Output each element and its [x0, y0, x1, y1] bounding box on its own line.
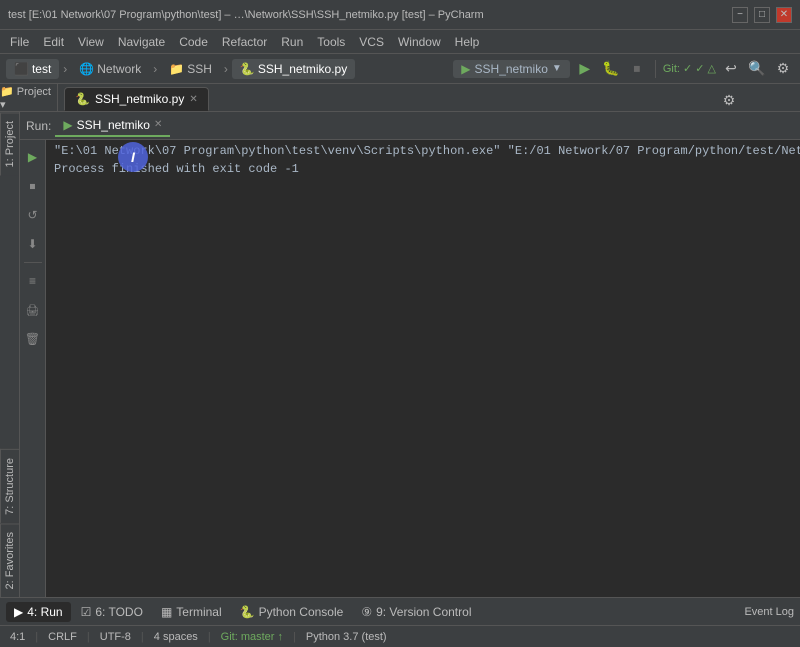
- vertical-tabs-container: 1: Project 7: Structure 2: Favorites: [0, 112, 20, 597]
- title-bar: test [E:\01 Network\07 Program\python\te…: [0, 0, 800, 30]
- status-git-value: Git: master ↑: [221, 631, 283, 643]
- run-config-name[interactable]: ▶ SSH_netmiko ▼: [453, 60, 570, 78]
- title-controls: − □ ✕: [732, 7, 792, 23]
- bottom-tab-terminal-label: Terminal: [176, 605, 221, 619]
- stop-button[interactable]: ⏹: [626, 58, 648, 80]
- run-config-area: ▶ SSH_netmiko ▼ ▶ 🐛 ⏹ Git: ✓ ✓ △ ↩ 🔍 ⚙: [453, 58, 794, 80]
- vtab-project[interactable]: 1: Project: [0, 112, 19, 175]
- run-content-area: ▶ ⏹ ↺ ⬇ ≡ 🖨 🗑 "E:\01 Network\07 Program\…: [20, 140, 800, 597]
- menu-vcs[interactable]: VCS: [353, 33, 390, 51]
- status-charset[interactable]: UTF-8: [96, 631, 135, 643]
- minimize-button[interactable]: −: [732, 7, 748, 23]
- nav-bar: ⬛ test › 🌐 Network › 📁 SSH › 🐍 SSH_netmi…: [0, 54, 800, 84]
- run-output-line2: Process finished with exit code -1: [54, 162, 299, 176]
- status-position-value: 4:1: [10, 631, 25, 643]
- debug-button[interactable]: 🐛: [600, 58, 622, 80]
- search-everywhere-button[interactable]: 🔍: [746, 58, 768, 80]
- clear-button[interactable]: 🗑: [20, 326, 46, 352]
- nav-label-ssh: SSH: [187, 62, 212, 76]
- run-panel-side-controls: ▶ ⏹ ↺ ⬇ ≡ 🖨 🗑: [20, 140, 46, 597]
- bottom-tab-python-console-label: Python Console: [259, 605, 344, 619]
- run-panel-title: Run:: [26, 119, 51, 133]
- vtab-structure[interactable]: 7: Structure: [0, 449, 19, 523]
- close-tab-icon[interactable]: ✕: [189, 94, 197, 105]
- bottom-tab-run-label: 4: Run: [27, 605, 62, 619]
- status-charset-value: UTF-8: [100, 631, 131, 643]
- project-panel-toggle[interactable]: 📁 Project ▾: [0, 85, 57, 111]
- status-position[interactable]: 4:1: [6, 631, 29, 643]
- bottom-tabs-bar: ▶ 4: Run ☑ 6: TODO ▦ Terminal 🐍 Python C…: [0, 597, 800, 625]
- run-config-label: SSH_netmiko: [475, 62, 548, 76]
- menu-file[interactable]: File: [4, 33, 35, 51]
- bottom-tab-python-console[interactable]: 🐍 Python Console: [232, 602, 352, 622]
- bottom-tab-todo-label: 6: TODO: [95, 605, 143, 619]
- nav-tab-ssh-netmiko[interactable]: 🐍 SSH_netmiko.py: [232, 59, 355, 79]
- bottom-tab-todo[interactable]: ☑ 6: TODO: [73, 602, 151, 622]
- bottom-tab-run[interactable]: ▶ 4: Run: [6, 602, 71, 622]
- soft-wrap-button[interactable]: ≡: [20, 268, 46, 294]
- status-line-endings[interactable]: CRLF: [44, 631, 81, 643]
- menu-refactor[interactable]: Refactor: [216, 33, 273, 51]
- editor-tab-label: SSH_netmiko.py: [95, 92, 184, 106]
- menu-code[interactable]: Code: [173, 33, 214, 51]
- status-indent-value: 4 spaces: [154, 631, 198, 643]
- separator-1: [655, 60, 656, 78]
- menu-tools[interactable]: Tools: [311, 33, 351, 51]
- run-tab-close[interactable]: ✕: [154, 119, 162, 130]
- menu-run[interactable]: Run: [275, 33, 309, 51]
- editor-tab-ssh-netmiko[interactable]: 🐍 SSH_netmiko.py ✕: [64, 87, 209, 111]
- nav-label-network: Network: [97, 62, 141, 76]
- nav-label-ssh-netmiko: SSH_netmiko.py: [258, 62, 347, 76]
- print-button[interactable]: 🖨: [20, 297, 46, 323]
- menu-view[interactable]: View: [72, 33, 110, 51]
- status-python[interactable]: Python 3.7 (test): [302, 631, 391, 643]
- status-crlf-value: CRLF: [48, 631, 77, 643]
- stop-run-button[interactable]: ⏹: [20, 173, 46, 199]
- nav-tab-network[interactable]: 🌐 Network: [71, 59, 149, 79]
- nav-tab-ssh[interactable]: 📁 SSH: [161, 59, 220, 79]
- close-button[interactable]: ✕: [776, 7, 792, 23]
- event-log-label[interactable]: Event Log: [744, 606, 794, 618]
- title-text: test [E:\01 Network\07 Program\python\te…: [8, 9, 484, 21]
- menu-edit[interactable]: Edit: [37, 33, 70, 51]
- status-python-value: Python 3.7 (test): [306, 631, 387, 643]
- run-button[interactable]: ▶: [574, 58, 596, 80]
- git-status: Git: ✓ ✓ △: [663, 62, 716, 75]
- rerun-button[interactable]: ↺: [20, 202, 46, 228]
- bottom-tab-terminal[interactable]: ▦ Terminal: [153, 602, 230, 622]
- maximize-button[interactable]: □: [754, 7, 770, 23]
- run-tab-ssh-netmiko[interactable]: ▶ SSH_netmiko ✕: [55, 115, 170, 137]
- status-git[interactable]: Git: master ↑: [217, 631, 287, 643]
- menu-navigate[interactable]: Navigate: [112, 33, 171, 51]
- run-output: "E:\01 Network\07 Program\python\test\ve…: [46, 140, 800, 597]
- status-bar: 4:1 | CRLF | UTF-8 | 4 spaces | Git: mas…: [0, 625, 800, 647]
- run-output-line1: "E:\01 Network\07 Program\python\test\ve…: [54, 144, 800, 158]
- run-panel: Run: ▶ SSH_netmiko ✕ ⚙ ▶ ⏹ ↺ ⬇: [20, 112, 800, 597]
- settings-button[interactable]: ⚙: [772, 58, 794, 80]
- menu-window[interactable]: Window: [392, 33, 447, 51]
- vtab-favorites[interactable]: 2: Favorites: [0, 523, 19, 597]
- run-tab-label: SSH_netmiko: [77, 118, 150, 132]
- nav-tab-test[interactable]: ⬛ test: [6, 59, 59, 79]
- scroll-down-button[interactable]: ⬇: [20, 231, 46, 257]
- menu-help[interactable]: Help: [449, 33, 486, 51]
- nav-label-test: test: [32, 62, 51, 76]
- undo-button[interactable]: ↩: [720, 58, 742, 80]
- run-again-button[interactable]: ▶: [20, 144, 46, 170]
- editor-tab-bar: 📁 Project ▾ 🐍 SSH_netmiko.py ✕ ⚙: [0, 84, 800, 112]
- editor-settings-icon[interactable]: ⚙: [718, 89, 740, 111]
- run-panel-header: Run: ▶ SSH_netmiko ✕ ⚙: [20, 112, 800, 140]
- divider-1: [24, 262, 42, 263]
- bottom-tab-version-control[interactable]: ⑨ 9: Version Control: [353, 602, 479, 622]
- bottom-tab-version-control-label: 9: Version Control: [376, 605, 471, 619]
- menu-bar: File Edit View Navigate Code Refactor Ru…: [0, 30, 800, 54]
- status-indent[interactable]: 4 spaces: [150, 631, 202, 643]
